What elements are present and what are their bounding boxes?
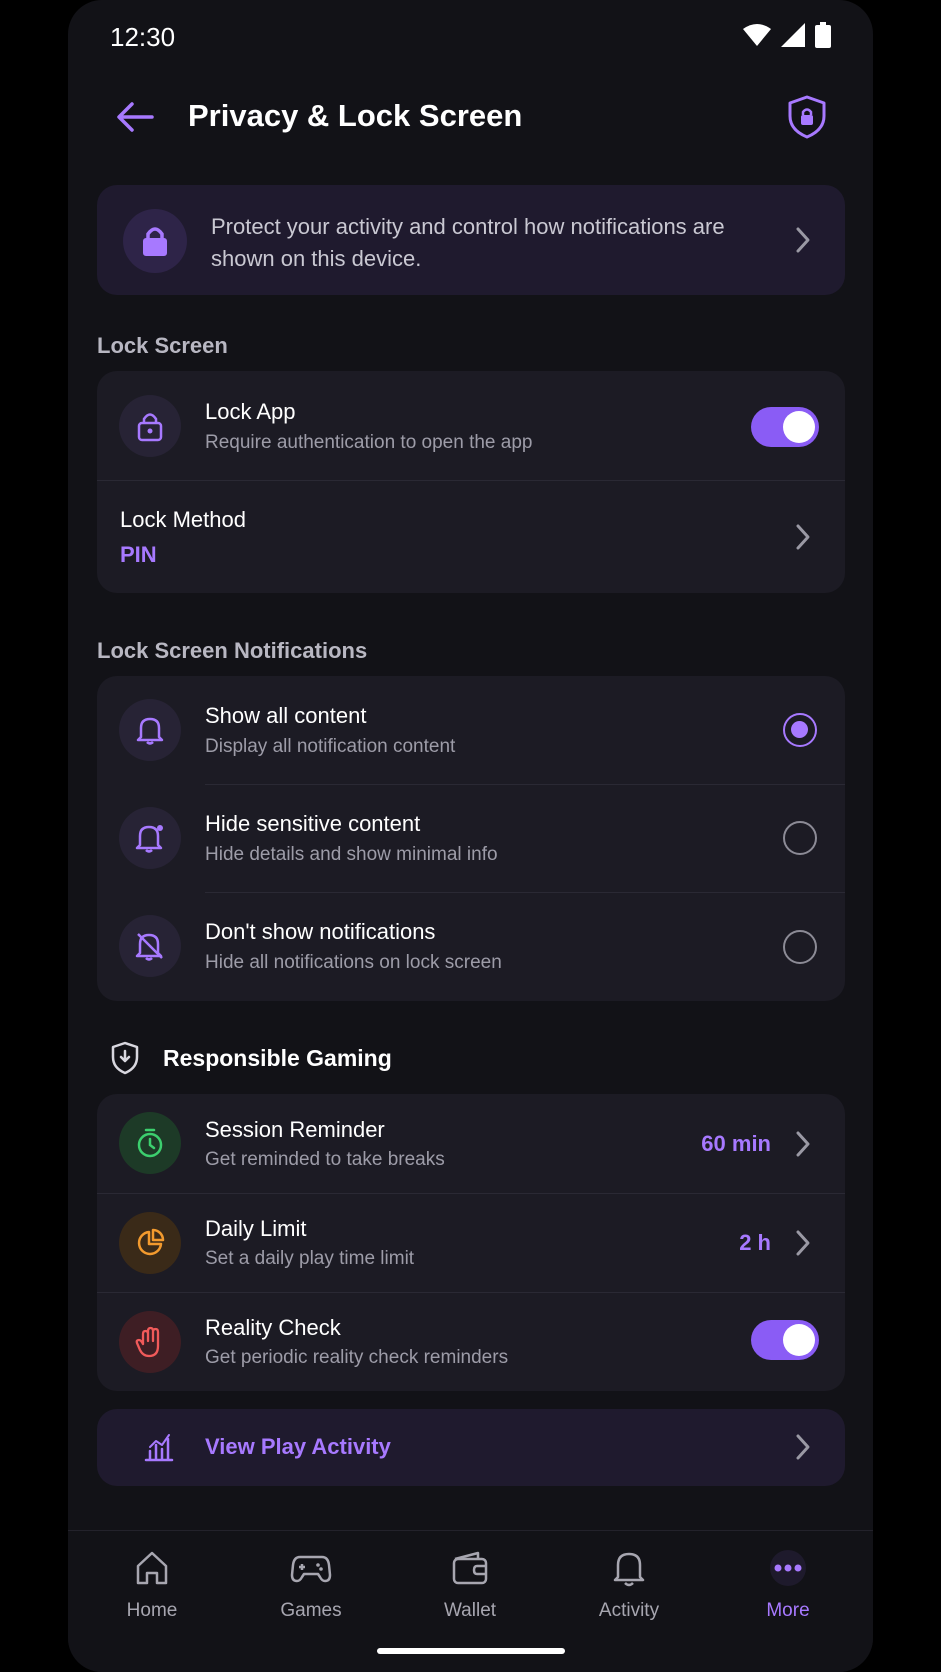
session-reminder-value: 60 min [701, 1131, 771, 1156]
session-reminder-title: Session Reminder [205, 1117, 385, 1142]
home-icon [136, 1551, 168, 1585]
nav-item-wallet[interactable]: Wallet [410, 1549, 530, 1622]
daily-limit-title: Daily Limit [205, 1216, 307, 1241]
nav-item-activity[interactable]: Activity [569, 1549, 689, 1622]
option-subtitle: Hide details and show minimal info [205, 844, 498, 865]
lock-icon [123, 209, 187, 273]
shield-lock-icon[interactable] [785, 94, 829, 140]
status-time: 12:30 [110, 22, 176, 52]
nav-item-games[interactable]: Games [251, 1549, 371, 1622]
daily-limit-row[interactable]: Daily Limit Set a daily play time limit … [97, 1194, 845, 1292]
reality-check-toggle[interactable] [751, 1320, 819, 1360]
home-indicator [377, 1648, 565, 1654]
shield-download-icon [111, 1041, 139, 1075]
lock-method-row[interactable]: Lock Method PIN [97, 481, 845, 593]
option-show-all[interactable]: Show all content Display all notificatio… [97, 676, 845, 784]
nav-label: Home [126, 1600, 178, 1621]
bell-dot-icon [119, 807, 181, 869]
wallet-icon [452, 1551, 488, 1585]
session-reminder-row[interactable]: Session Reminder Get reminded to take br… [97, 1094, 845, 1193]
daily-limit-value: 2 h [739, 1230, 771, 1255]
timer-icon [119, 1112, 181, 1174]
more-dots-icon [770, 1550, 806, 1586]
reality-check-row[interactable]: Reality Check Get periodic reality check… [97, 1293, 845, 1391]
reality-check-title: Reality Check [205, 1315, 341, 1340]
session-reminder-subtitle: Get reminded to take breaks [205, 1149, 445, 1170]
option-dont-show[interactable]: Don't show notifications Hide all notifi… [97, 893, 845, 1001]
pie-chart-icon [119, 1212, 181, 1274]
status-bar: 12:30 [68, 0, 873, 76]
daily-limit-subtitle: Set a daily play time limit [205, 1248, 415, 1269]
phone-screen: 12:30 Privacy & Lock Screen Protect your… [68, 0, 873, 1672]
lock-icon [119, 395, 181, 457]
nav-item-home[interactable]: Home [92, 1549, 212, 1622]
view-play-activity-button[interactable]: View Play Activity [97, 1409, 845, 1486]
chevron-right-icon [796, 524, 810, 550]
view-play-activity-label: View Play Activity [205, 1434, 391, 1459]
bell-off-icon [119, 915, 181, 977]
info-banner[interactable]: Protect your activity and control how no… [97, 185, 845, 295]
option-hide-sensitive[interactable]: Hide sensitive content Hide details and … [97, 785, 845, 892]
app-bar: Privacy & Lock Screen [68, 76, 873, 158]
option-subtitle: Hide all notifications on lock screen [205, 952, 502, 973]
lock-screen-card: Lock App Require authentication to open … [97, 371, 845, 593]
nav-label: Activity [598, 1600, 660, 1621]
section-title-gaming: Responsible Gaming [163, 1045, 392, 1071]
nav-item-more[interactable]: More [728, 1549, 848, 1622]
bar-chart-icon [144, 1434, 174, 1462]
option-title: Show all content [205, 703, 367, 728]
option-subtitle: Display all notification content [205, 736, 456, 757]
radio-selected[interactable] [783, 713, 817, 747]
notifications-card: Show all content Display all notificatio… [97, 676, 845, 1001]
lock-app-toggle[interactable] [751, 407, 819, 447]
back-arrow-icon[interactable] [112, 94, 158, 140]
chevron-right-icon [796, 1131, 810, 1157]
status-icons [743, 22, 831, 48]
signal-icon [781, 23, 805, 47]
lock-app-row[interactable]: Lock App Require authentication to open … [97, 371, 845, 480]
bell-icon [119, 699, 181, 761]
radio-unselected[interactable] [783, 821, 817, 855]
lock-method-value: PIN [120, 542, 157, 567]
nav-label: More [766, 1600, 810, 1621]
section-title-notifications: Lock Screen Notifications [97, 638, 368, 663]
option-title: Hide sensitive content [205, 811, 421, 836]
lock-app-title: Lock App [205, 399, 296, 424]
info-banner-text: Protect your activity and control how no… [211, 214, 725, 271]
reality-check-subtitle: Get periodic reality check reminders [205, 1347, 509, 1368]
battery-icon [815, 22, 831, 48]
bell-icon [613, 1552, 645, 1587]
hand-stop-icon [119, 1311, 181, 1373]
chevron-right-icon [796, 1230, 810, 1256]
page-title: Privacy & Lock Screen [188, 98, 523, 133]
nav-label: Games [280, 1600, 342, 1621]
gaming-card: Session Reminder Get reminded to take br… [97, 1094, 845, 1391]
chevron-right-icon [796, 1434, 810, 1460]
lock-app-subtitle: Require authentication to open the app [205, 432, 533, 453]
section-title-lock-screen: Lock Screen [97, 333, 228, 358]
nav-label: Wallet [443, 1600, 497, 1621]
lock-method-title: Lock Method [120, 507, 246, 532]
gamepad-icon [290, 1555, 332, 1583]
radio-unselected[interactable] [783, 930, 817, 964]
option-title: Don't show notifications [205, 919, 436, 944]
wifi-icon [743, 24, 771, 46]
chevron-right-icon [796, 227, 810, 253]
